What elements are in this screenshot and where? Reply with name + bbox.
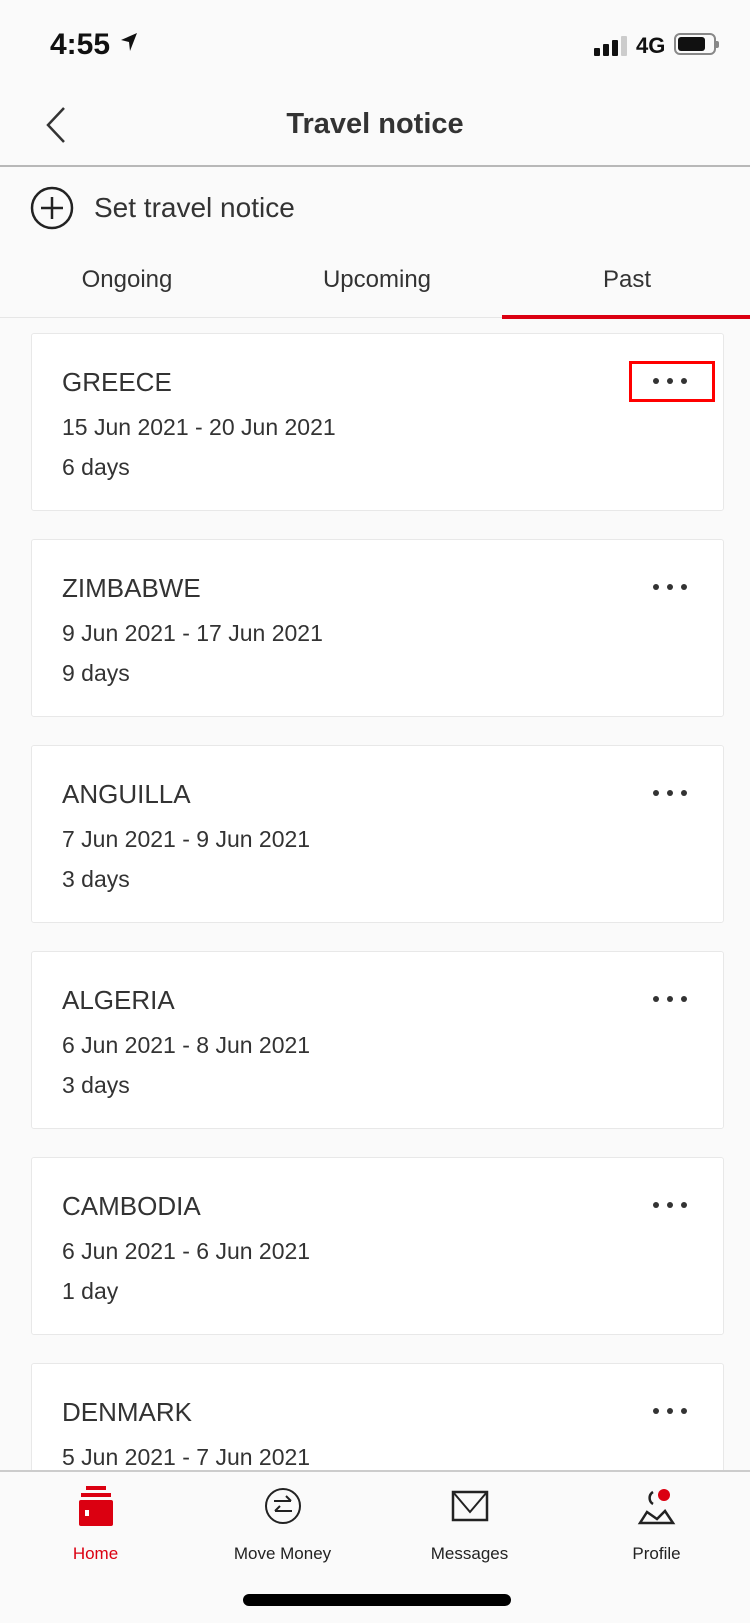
network-type: 4G [636,33,666,58]
date-range: 6 Jun 2021 - 8 Jun 2021 [62,1032,311,1058]
duration: 9 days [62,660,130,686]
status-time: 4:55 [50,28,111,61]
active-tab-indicator [502,315,750,319]
nav-messages-label: Messages [430,1544,509,1563]
dot-icon [681,1202,687,1208]
more-options-button[interactable] [647,1402,693,1420]
more-options-button[interactable] [647,578,693,596]
nav-move-money[interactable]: Move Money [189,1484,376,1564]
highlight-box [629,361,715,402]
travel-notice-card: GREECE 15 Jun 2021 - 20 Jun 2021 6 days [31,333,724,511]
more-options-button[interactable] [647,1196,693,1214]
nav-move-money-label: Move Money [233,1544,332,1563]
duration: 6 days [62,454,130,480]
location-arrow-icon [121,33,137,51]
date-range: 6 Jun 2021 - 6 Jun 2021 [62,1238,311,1264]
nav-profile[interactable]: Profile [563,1484,750,1564]
home-icon [78,1486,113,1526]
travel-notice-card: ZIMBABWE 9 Jun 2021 - 17 Jun 2021 9 days [31,539,724,717]
country-name: DENMARK [62,1397,193,1427]
dot-icon [653,1202,659,1208]
more-options-button[interactable] [647,784,693,802]
travel-notice-card: ALGERIA 6 Jun 2021 - 8 Jun 2021 3 days [31,951,724,1129]
transfer-icon [264,1488,301,1524]
page-title: Travel notice [286,108,464,140]
duration: 1 day [62,1278,119,1304]
dot-icon [667,1202,673,1208]
country-name: ANGUILLA [62,779,191,809]
tab-past[interactable]: Past [502,266,750,294]
date-range: 9 Jun 2021 - 17 Jun 2021 [62,620,323,646]
travel-notice-card: ANGUILLA 7 Jun 2021 - 9 Jun 2021 3 days [31,745,724,923]
date-range: 15 Jun 2021 - 20 Jun 2021 [62,414,336,440]
dot-icon [653,1408,659,1414]
dot-icon [653,996,659,1002]
country-name: CAMBODIA [62,1191,201,1221]
travel-notice-card: CAMBODIA 6 Jun 2021 - 6 Jun 2021 1 day [31,1157,724,1335]
set-travel-notice-button[interactable]: Set travel notice [30,186,295,230]
more-options-button[interactable] [647,990,693,1008]
dot-icon [667,584,673,590]
nav-home-label: Home [72,1544,119,1563]
country-name: ZIMBABWE [62,573,201,603]
dot-icon [681,584,687,590]
dot-icon [667,790,673,796]
dot-icon [653,790,659,796]
battery-icon [674,33,719,55]
profile-icon [637,1489,675,1525]
dot-icon [667,1408,673,1414]
plus-circle-icon [30,186,74,230]
date-range: 5 Jun 2021 - 7 Jun 2021 [62,1444,311,1470]
dot-icon [681,996,687,1002]
duration: 3 days [62,866,130,892]
nav-profile-label: Profile [632,1544,681,1563]
dot-icon [681,1408,687,1414]
tab-upcoming[interactable]: Upcoming [252,266,502,294]
nav-messages[interactable]: Messages [376,1484,563,1564]
dot-icon [653,584,659,590]
dot-icon [681,790,687,796]
country-name: GREECE [62,367,172,397]
home-indicator [243,1594,511,1606]
date-range: 7 Jun 2021 - 9 Jun 2021 [62,826,311,852]
country-name: ALGERIA [62,985,175,1015]
duration: 3 days [62,1072,130,1098]
signal-icon [594,36,627,56]
tab-ongoing[interactable]: Ongoing [2,266,252,294]
set-travel-notice-label: Set travel notice [94,192,295,223]
header-divider [0,165,750,167]
dot-icon [667,996,673,1002]
nav-home[interactable]: Home [2,1484,189,1564]
envelope-icon [451,1490,488,1522]
